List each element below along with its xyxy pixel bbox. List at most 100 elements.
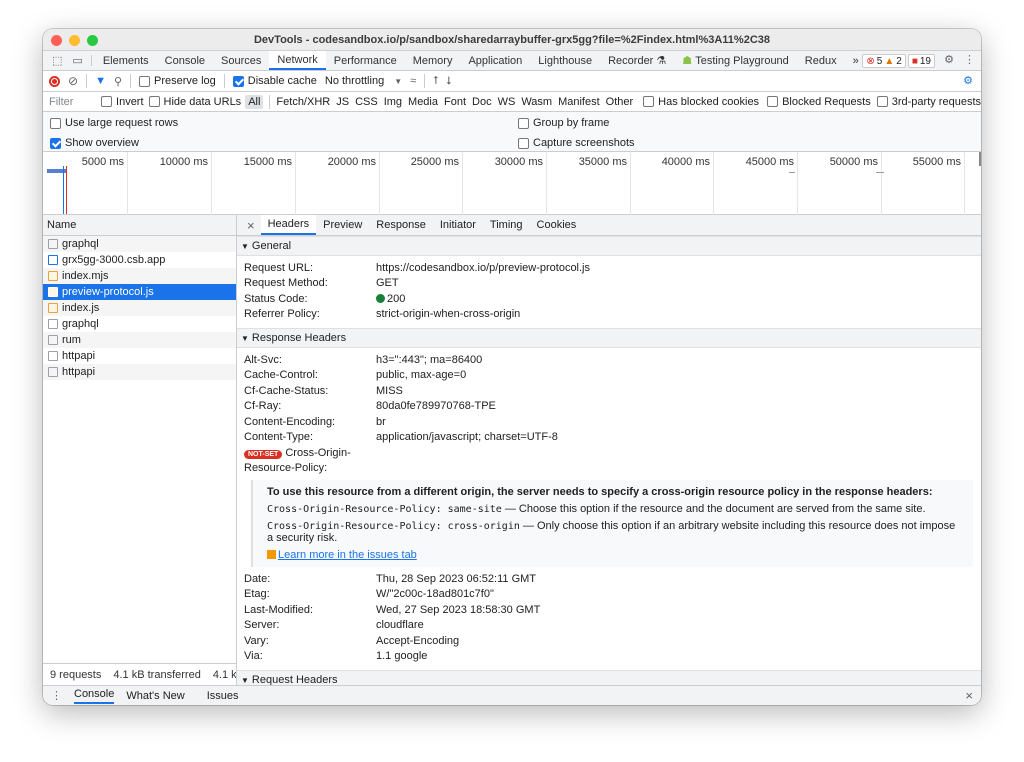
- hide-data-urls-toggle[interactable]: Hide data URLs: [148, 96, 241, 108]
- request-name: httpapi: [62, 366, 96, 378]
- capture-screenshots-checkbox[interactable]: [518, 137, 529, 149]
- list-item[interactable]: index.mjs: [43, 268, 236, 284]
- group-by-frame-checkbox[interactable]: [518, 117, 529, 129]
- list-item[interactable]: graphql: [43, 236, 236, 252]
- filter-type-manifest[interactable]: Manifest: [558, 96, 600, 108]
- list-item[interactable]: graphql: [43, 316, 236, 332]
- clear-icon[interactable]: ⊘: [68, 74, 78, 88]
- preserve-log-toggle[interactable]: Preserve log: [139, 75, 216, 87]
- name-column-header[interactable]: Name: [43, 215, 236, 236]
- minimize-window-button[interactable]: [69, 35, 80, 46]
- filter-type-ws[interactable]: WS: [498, 96, 516, 108]
- close-icon[interactable]: ×: [241, 215, 261, 235]
- close-drawer-icon[interactable]: ×: [965, 688, 973, 703]
- list-item[interactable]: httpapi: [43, 364, 236, 380]
- tab-sources[interactable]: Sources: [213, 51, 269, 70]
- request-name: index.js: [62, 302, 100, 314]
- blocked-requests-toggle[interactable]: Blocked Requests: [767, 96, 871, 108]
- network-conditions-icon[interactable]: ≈: [410, 75, 416, 87]
- tab-testing-playground[interactable]: ☗ Testing Playground: [674, 51, 797, 70]
- request-headers-section-header[interactable]: ▼ Request Headers: [237, 670, 981, 685]
- window-title: DevTools - codesandbox.io/p/sandbox/shar…: [253, 33, 771, 46]
- invert-checkbox[interactable]: [101, 96, 113, 107]
- timeline-tick: 20000 ms: [328, 152, 380, 215]
- issues-count-badge[interactable]: ■ 19: [907, 54, 935, 68]
- filter-type-font[interactable]: Font: [444, 96, 466, 108]
- network-settings-gear-icon[interactable]: ⚙: [963, 74, 973, 87]
- tab-preview[interactable]: Preview: [316, 215, 369, 235]
- timeline-overview[interactable]: 5000 ms 10000 ms 15000 ms 20000 ms 25000…: [43, 152, 981, 215]
- preserve-log-checkbox[interactable]: [139, 75, 151, 87]
- tab-recorder[interactable]: Recorder ⚗: [600, 51, 674, 70]
- tab-timing[interactable]: Timing: [483, 215, 530, 235]
- invert-toggle[interactable]: Invert: [101, 96, 144, 108]
- more-options-icon[interactable]: ⋮: [964, 53, 975, 66]
- disable-cache-toggle[interactable]: Disable cache: [232, 75, 317, 87]
- tab-memory[interactable]: Memory: [405, 51, 461, 70]
- drawer-tab-console[interactable]: Console: [74, 688, 115, 704]
- filter-type-css[interactable]: CSS: [355, 96, 378, 108]
- third-party-toggle[interactable]: 3rd-party requests: [876, 96, 981, 108]
- tab-performance[interactable]: Performance: [326, 51, 405, 70]
- filter-type-wasm[interactable]: Wasm: [521, 96, 552, 108]
- tab-lighthouse[interactable]: Lighthouse: [530, 51, 600, 70]
- group-by-frame-toggle[interactable]: Group by frame: [518, 117, 609, 129]
- large-rows-toggle[interactable]: Use large request rows: [50, 117, 178, 129]
- list-item[interactable]: rum: [43, 332, 236, 348]
- export-har-icon[interactable]: ⭣: [446, 75, 451, 88]
- device-toolbar-icon[interactable]: ▭: [67, 51, 87, 70]
- filter-icon[interactable]: ▼: [95, 75, 106, 87]
- tab-elements[interactable]: Elements: [95, 51, 157, 70]
- tab-cookies[interactable]: Cookies: [530, 215, 584, 235]
- header-row: Content-Encoding: br: [244, 415, 386, 428]
- tab-network[interactable]: Network: [269, 51, 326, 70]
- capture-screenshots-toggle[interactable]: Capture screenshots: [518, 137, 635, 149]
- filter-type-all[interactable]: All: [245, 94, 264, 109]
- blocked-requests-checkbox[interactable]: [767, 96, 779, 107]
- hide-data-urls-checkbox[interactable]: [148, 96, 160, 107]
- tab-application[interactable]: Application: [460, 51, 530, 70]
- file-icon: [48, 351, 58, 361]
- list-item[interactable]: grx5gg-3000.csb.app: [43, 252, 236, 268]
- inspect-element-icon[interactable]: ⬚: [47, 51, 67, 70]
- drawer-tab-issues[interactable]: Issues: [207, 690, 239, 702]
- large-rows-checkbox[interactable]: [50, 117, 61, 129]
- filter-type-fetch-xhr[interactable]: Fetch/XHR: [276, 96, 330, 108]
- drawer-menu-icon[interactable]: ⋮: [51, 689, 62, 702]
- filter-type-doc[interactable]: Doc: [472, 96, 492, 108]
- list-item[interactable]: index.js: [43, 300, 236, 316]
- general-section-header[interactable]: ▼ General: [237, 236, 981, 256]
- drawer-tab-whats-new[interactable]: What's New: [126, 690, 184, 702]
- filter-type-other[interactable]: Other: [606, 96, 634, 108]
- zoom-window-button[interactable]: [87, 35, 98, 46]
- has-blocked-cookies-toggle[interactable]: Has blocked cookies: [643, 96, 759, 108]
- filter-type-img[interactable]: Img: [384, 96, 402, 108]
- filter-type-js[interactable]: JS: [336, 96, 349, 108]
- tab-response[interactable]: Response: [369, 215, 433, 235]
- tab-headers[interactable]: Headers: [260, 215, 317, 235]
- settings-gear-icon[interactable]: ⚙: [944, 53, 954, 66]
- learn-more-link[interactable]: Learn more in the issues tab: [278, 549, 417, 561]
- import-har-icon[interactable]: ⭡: [433, 75, 438, 88]
- third-party-checkbox[interactable]: [876, 96, 888, 107]
- tab-redux[interactable]: Redux: [797, 51, 845, 70]
- warning-icon: ▲: [884, 55, 895, 67]
- search-icon[interactable]: ⚲: [114, 75, 122, 88]
- tab-console[interactable]: Console: [157, 51, 213, 70]
- response-headers-section-header[interactable]: ▼ Response Headers: [237, 328, 981, 348]
- close-window-button[interactable]: [51, 35, 62, 46]
- error-count-badge[interactable]: ⊗ 5 ▲ 2: [862, 54, 906, 68]
- overview-scroll-handle[interactable]: [979, 152, 981, 166]
- show-overview-checkbox[interactable]: [50, 137, 61, 149]
- has-blocked-cookies-checkbox[interactable]: [643, 96, 655, 107]
- filter-input[interactable]: Filter: [49, 96, 93, 108]
- list-item[interactable]: httpapi: [43, 348, 236, 364]
- list-item[interactable]: preview-protocol.js: [43, 284, 236, 300]
- filter-type-media[interactable]: Media: [408, 96, 438, 108]
- tab-initiator[interactable]: Initiator: [433, 215, 483, 235]
- show-overview-toggle[interactable]: Show overview: [50, 137, 139, 149]
- issue-badges[interactable]: ⊗ 5 ▲ 2 ■ 19: [862, 54, 935, 68]
- disable-cache-checkbox[interactable]: [232, 75, 244, 87]
- record-icon[interactable]: [49, 75, 60, 87]
- throttling-select[interactable]: No throttling ▼: [325, 75, 402, 87]
